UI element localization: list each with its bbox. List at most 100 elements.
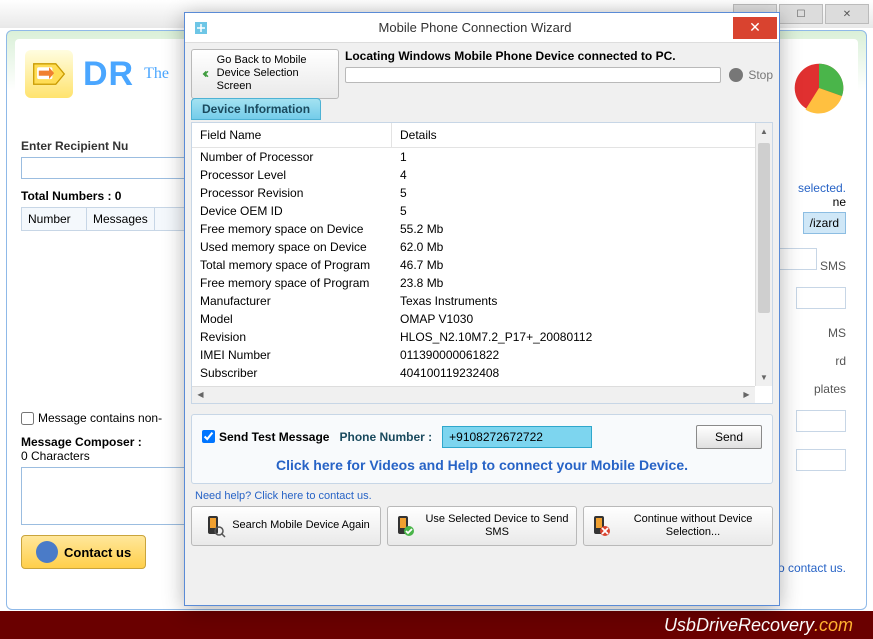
phone-number-input[interactable] — [442, 426, 592, 448]
send-test-checkbox-row[interactable]: Send Test Message — [202, 430, 329, 444]
grid-cell-field: Used memory space on Device — [192, 238, 392, 256]
connection-wizard-dialog: Mobile Phone Connection Wizard ✕ Go Back… — [184, 12, 780, 606]
grid-cell-details: 4 — [392, 166, 772, 184]
grid-cell-details: 55.2 Mb — [392, 220, 772, 238]
grid-col-field[interactable]: Field Name — [192, 123, 392, 147]
grid-row[interactable]: Used memory space on Device62.0 Mb — [192, 238, 772, 256]
scroll-left-icon[interactable]: ◀ — [192, 387, 209, 403]
bg-close-button[interactable]: ✕ — [825, 4, 869, 24]
grid-cell-field: Number of Processor — [192, 148, 392, 166]
scroll-right-icon[interactable]: ▶ — [738, 387, 755, 403]
use-device-button[interactable]: Use Selected Device to Send SMS — [387, 506, 577, 546]
go-back-button[interactable]: Go Back to Mobile Device Selection Scree… — [191, 49, 339, 99]
scroll-thumb[interactable] — [758, 143, 770, 313]
recipient-input[interactable] — [21, 157, 191, 179]
grid-row[interactable]: ModelOMAP V1030 — [192, 310, 772, 328]
col-number: Number — [22, 208, 87, 230]
grid-row[interactable]: Free memory space on Device55.2 Mb — [192, 220, 772, 238]
contact-us-button[interactable]: Contact us — [21, 535, 146, 569]
phone-cancel-icon — [588, 514, 612, 538]
grid-cell-field: Total memory space of Program — [192, 256, 392, 274]
dialog-icon — [193, 20, 209, 36]
brand-logo-icon — [25, 50, 73, 98]
phone-number-label: Phone Number : — [339, 430, 432, 444]
device-info-tab[interactable]: Device Information — [191, 98, 321, 120]
url-bar: UsbDriveRecovery.com — [0, 611, 873, 639]
grid-cell-field: Processor Level — [192, 166, 392, 184]
right-combo-3[interactable] — [796, 410, 846, 432]
brand-title: DR — [83, 55, 134, 94]
grid-row[interactable]: Free memory space of Program23.8 Mb — [192, 274, 772, 292]
search-device-button[interactable]: Search Mobile Device Again — [191, 506, 381, 546]
stop-icon — [729, 68, 743, 82]
go-back-label: Go Back to Mobile Device Selection Scree… — [217, 54, 330, 94]
grid-vscrollbar[interactable]: ▲ ▼ — [755, 123, 772, 386]
back-arrow-icon — [200, 64, 211, 84]
dialog-need-help-link[interactable]: Need help? Click here to contact us. — [195, 490, 773, 502]
locating-label: Locating Windows Mobile Phone Device con… — [345, 49, 773, 63]
grid-row[interactable]: Number of Processor1 — [192, 148, 772, 166]
grid-cell-field: Subscriber — [192, 364, 392, 382]
phone-search-icon — [202, 514, 226, 538]
stop-label: Stop — [748, 68, 773, 82]
grid-cell-details: Texas Instruments — [392, 292, 772, 310]
brand-subtitle: The — [144, 65, 169, 83]
grid-cell-field: Model — [192, 310, 392, 328]
continue-without-button[interactable]: Continue without Device Selection... — [583, 506, 773, 546]
nonenglish-label: Message contains non- — [38, 411, 162, 425]
grid-cell-field: Revision — [192, 328, 392, 346]
grid-cell-field: Manufacturer — [192, 292, 392, 310]
grid-cell-field: Free memory space of Program — [192, 274, 392, 292]
right-wizard-button[interactable]: /izard — [803, 212, 846, 234]
right-sms-label: SMS — [820, 259, 846, 273]
grid-cell-details: 62.0 Mb — [392, 238, 772, 256]
grid-row[interactable]: Subscriber404100119232408 — [192, 364, 772, 382]
grid-cell-field: Free memory space on Device — [192, 220, 392, 238]
videos-help-link[interactable]: Click here for Videos and Help to connec… — [202, 457, 762, 473]
grid-cell-field: IMEI Number — [192, 346, 392, 364]
dialog-title: Mobile Phone Connection Wizard — [217, 20, 733, 35]
contact-us-label: Contact us — [64, 545, 131, 560]
url-main: UsbDriveRecovery — [664, 615, 814, 636]
url-com: .com — [814, 615, 853, 636]
grid-cell-details: 011390000061822 — [392, 346, 772, 364]
scroll-up-icon[interactable]: ▲ — [756, 123, 772, 140]
grid-cell-details: 23.8 Mb — [392, 274, 772, 292]
col-message: Messages — [87, 208, 155, 230]
pie-chart-icon — [792, 61, 846, 115]
composer-textarea[interactable] — [21, 467, 191, 525]
grid-row[interactable]: Device OEM ID5 — [192, 202, 772, 220]
device-info-grid: Field Name Details Number of Processor1P… — [191, 122, 773, 404]
grid-row[interactable]: IMEI Number011390000061822 — [192, 346, 772, 364]
grid-cell-details: OMAP V1030 — [392, 310, 772, 328]
grid-hscrollbar[interactable]: ◀ ▶ — [192, 386, 755, 403]
grid-cell-field: Processor Revision — [192, 184, 392, 202]
grid-cell-details: 404100119232408 — [392, 364, 772, 382]
grid-row[interactable]: ManufacturerTexas Instruments — [192, 292, 772, 310]
nonenglish-checkbox[interactable] — [21, 412, 34, 425]
grid-cell-details: 5 — [392, 184, 772, 202]
bg-maximize-button[interactable]: ☐ — [779, 4, 823, 24]
grid-row[interactable]: Total memory space of Program46.7 Mb — [192, 256, 772, 274]
send-test-label: Send Test Message — [219, 430, 329, 444]
grid-cell-details: HLOS_N2.10M7.2_P17+_20080112 — [392, 328, 772, 346]
dialog-titlebar: Mobile Phone Connection Wizard ✕ — [185, 13, 779, 43]
continue-without-label: Continue without Device Selection... — [618, 513, 768, 539]
scroll-down-icon[interactable]: ▼ — [756, 369, 772, 386]
grid-row[interactable]: RevisionHLOS_N2.10M7.2_P17+_20080112 — [192, 328, 772, 346]
send-test-checkbox[interactable] — [202, 430, 215, 443]
grid-cell-details: 46.7 Mb — [392, 256, 772, 274]
grid-cell-details: 5 — [392, 202, 772, 220]
grid-row[interactable]: Processor Level4 — [192, 166, 772, 184]
phone-check-icon — [392, 514, 416, 538]
grid-col-details[interactable]: Details — [392, 123, 772, 147]
progress-bar — [345, 67, 721, 83]
stop-button[interactable]: Stop — [729, 68, 773, 82]
right-combo-4[interactable] — [796, 449, 846, 471]
dialog-close-button[interactable]: ✕ — [733, 17, 777, 39]
grid-cell-details: 1 — [392, 148, 772, 166]
send-button[interactable]: Send — [696, 425, 762, 449]
grid-row[interactable]: Processor Revision5 — [192, 184, 772, 202]
right-combo-2[interactable] — [796, 287, 846, 309]
send-test-panel: Send Test Message Phone Number : Send Cl… — [191, 414, 773, 484]
